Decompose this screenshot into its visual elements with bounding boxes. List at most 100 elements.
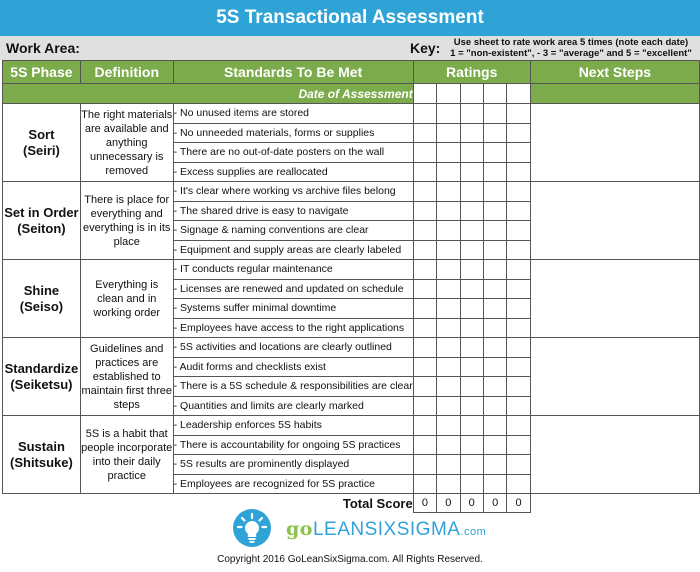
rating-cell-2[interactable] — [436, 161, 461, 182]
rating-cell-3[interactable] — [459, 220, 484, 241]
rating-cell-3[interactable] — [459, 103, 484, 124]
rating-cell-2[interactable] — [436, 103, 461, 124]
rating-cell-3[interactable] — [459, 473, 484, 494]
rating-cell-1[interactable] — [412, 142, 438, 163]
rating-cell-4[interactable] — [482, 220, 508, 241]
rating-cell-3[interactable] — [459, 239, 484, 260]
rating-cell-4[interactable] — [482, 395, 508, 416]
rating-cell-3[interactable] — [459, 395, 484, 416]
rating-cell-2[interactable] — [436, 239, 461, 260]
rating-cell-3[interactable] — [459, 298, 484, 319]
rating-cell-2[interactable] — [436, 142, 461, 163]
rating-cell-3[interactable] — [459, 454, 484, 475]
date-cell-1[interactable] — [412, 83, 438, 104]
rating-cell-3[interactable] — [459, 122, 484, 143]
rating-cell-1[interactable] — [412, 473, 438, 494]
rating-cell-5[interactable] — [506, 317, 531, 338]
rating-cell-5[interactable] — [506, 356, 531, 377]
rating-cell-5[interactable] — [506, 337, 531, 358]
rating-cell-4[interactable] — [482, 415, 508, 436]
rating-cell-5[interactable] — [506, 259, 531, 280]
rating-cell-5[interactable] — [506, 161, 531, 182]
rating-cell-2[interactable] — [436, 278, 461, 299]
date-cell-3[interactable] — [459, 83, 484, 104]
rating-cell-1[interactable] — [412, 434, 438, 455]
rating-cell-2[interactable] — [436, 473, 461, 494]
rating-cell-4[interactable] — [482, 298, 508, 319]
rating-cell-1[interactable] — [412, 415, 438, 436]
rating-cell-3[interactable] — [459, 259, 484, 280]
rating-cell-2[interactable] — [436, 122, 461, 143]
rating-cell-4[interactable] — [482, 142, 508, 163]
rating-cell-1[interactable] — [412, 298, 438, 319]
rating-cell-2[interactable] — [436, 395, 461, 416]
rating-cell-3[interactable] — [459, 356, 484, 377]
next-steps-cell[interactable] — [529, 415, 700, 494]
next-steps-cell[interactable] — [529, 103, 700, 182]
rating-cell-2[interactable] — [436, 415, 461, 436]
rating-cell-1[interactable] — [412, 278, 438, 299]
rating-cell-3[interactable] — [459, 376, 484, 397]
rating-cell-4[interactable] — [482, 200, 508, 221]
rating-cell-5[interactable] — [506, 376, 531, 397]
rating-cell-5[interactable] — [506, 434, 531, 455]
rating-cell-2[interactable] — [436, 181, 461, 202]
rating-cell-4[interactable] — [482, 259, 508, 280]
rating-cell-2[interactable] — [436, 356, 461, 377]
rating-cell-1[interactable] — [412, 337, 438, 358]
rating-cell-5[interactable] — [506, 473, 531, 494]
rating-cell-1[interactable] — [412, 161, 438, 182]
rating-cell-4[interactable] — [482, 122, 508, 143]
rating-cell-5[interactable] — [506, 395, 531, 416]
rating-cell-3[interactable] — [459, 434, 484, 455]
rating-cell-2[interactable] — [436, 317, 461, 338]
rating-cell-2[interactable] — [436, 376, 461, 397]
rating-cell-4[interactable] — [482, 181, 508, 202]
rating-cell-2[interactable] — [436, 454, 461, 475]
rating-cell-5[interactable] — [506, 239, 531, 260]
rating-cell-2[interactable] — [436, 220, 461, 241]
rating-cell-1[interactable] — [412, 259, 438, 280]
next-steps-cell[interactable] — [529, 337, 700, 416]
rating-cell-5[interactable] — [506, 454, 531, 475]
next-steps-cell[interactable] — [529, 259, 700, 338]
rating-cell-1[interactable] — [412, 200, 438, 221]
rating-cell-5[interactable] — [506, 298, 531, 319]
rating-cell-5[interactable] — [506, 415, 531, 436]
rating-cell-1[interactable] — [412, 220, 438, 241]
rating-cell-4[interactable] — [482, 376, 508, 397]
rating-cell-2[interactable] — [436, 434, 461, 455]
rating-cell-5[interactable] — [506, 200, 531, 221]
rating-cell-4[interactable] — [482, 454, 508, 475]
rating-cell-5[interactable] — [506, 220, 531, 241]
rating-cell-3[interactable] — [459, 142, 484, 163]
rating-cell-1[interactable] — [412, 356, 438, 377]
rating-cell-5[interactable] — [506, 181, 531, 202]
rating-cell-5[interactable] — [506, 103, 531, 124]
next-steps-cell[interactable] — [529, 181, 700, 260]
rating-cell-4[interactable] — [482, 278, 508, 299]
rating-cell-4[interactable] — [482, 161, 508, 182]
date-cell-4[interactable] — [482, 83, 508, 104]
rating-cell-5[interactable] — [506, 122, 531, 143]
rating-cell-5[interactable] — [506, 142, 531, 163]
rating-cell-4[interactable] — [482, 103, 508, 124]
rating-cell-1[interactable] — [412, 239, 438, 260]
rating-cell-4[interactable] — [482, 434, 508, 455]
rating-cell-3[interactable] — [459, 317, 484, 338]
rating-cell-1[interactable] — [412, 376, 438, 397]
rating-cell-1[interactable] — [412, 122, 438, 143]
date-cell-5[interactable] — [506, 83, 531, 104]
rating-cell-1[interactable] — [412, 395, 438, 416]
rating-cell-4[interactable] — [482, 317, 508, 338]
rating-cell-3[interactable] — [459, 415, 484, 436]
rating-cell-1[interactable] — [412, 103, 438, 124]
rating-cell-1[interactable] — [412, 317, 438, 338]
rating-cell-4[interactable] — [482, 356, 508, 377]
rating-cell-1[interactable] — [412, 454, 438, 475]
rating-cell-4[interactable] — [482, 337, 508, 358]
rating-cell-3[interactable] — [459, 278, 484, 299]
date-cell-2[interactable] — [436, 83, 461, 104]
rating-cell-4[interactable] — [482, 239, 508, 260]
rating-cell-3[interactable] — [459, 181, 484, 202]
